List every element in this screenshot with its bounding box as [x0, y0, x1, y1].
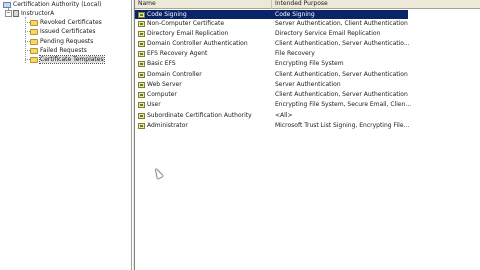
certificate-template-icon — [138, 11, 145, 18]
tree-node-label: Pending Requests — [40, 38, 94, 45]
row-name: Administrator — [147, 122, 188, 129]
list-row[interactable]: Directory Email Replication Directory Se… — [135, 29, 480, 38]
tree-node-root[interactable]: Certification Authority (Local) — [3, 0, 101, 9]
list-row[interactable]: EFS Recovery Agent File Recovery — [135, 49, 480, 58]
row-name: Basic EFS — [147, 60, 176, 67]
certificate-template-icon — [138, 71, 145, 78]
row-name: Domain Controller Authentication — [147, 40, 248, 47]
certificate-template-icon — [138, 50, 145, 57]
column-header-name[interactable]: Name — [135, 0, 272, 9]
row-purpose: Microsoft Trust List Signing, Encrypting… — [275, 122, 410, 129]
list-row[interactable]: Domain Controller Client Authentication,… — [135, 70, 480, 79]
list-header: Name Intended Purpose — [135, 0, 480, 9]
row-purpose: Client Authentication, Server Authentica… — [275, 71, 408, 78]
row-name: User — [147, 101, 161, 108]
list-row[interactable]: Code Signing Code Signing — [135, 10, 408, 19]
row-purpose: Code Signing — [275, 11, 315, 18]
row-name: Domain Controller — [147, 71, 202, 78]
list-row[interactable]: Basic EFS Encrypting File System — [135, 59, 480, 68]
tree-node-label: Failed Requests — [40, 47, 87, 54]
folder-icon — [30, 19, 38, 26]
row-purpose: Client Authentication, Server Authentica… — [275, 91, 408, 98]
tree-item-revoked-certificates[interactable]: Revoked Certificates — [30, 18, 102, 27]
list-row[interactable]: Non-Computer Certificate Server Authenti… — [135, 19, 480, 28]
certificate-template-icon — [138, 30, 145, 37]
certificate-template-icon — [138, 20, 145, 27]
row-purpose: <All> — [275, 112, 293, 119]
list-row[interactable]: Web Server Server Authentication — [135, 80, 480, 89]
server-icon — [13, 10, 19, 17]
certificate-template-icon — [138, 60, 145, 67]
list-row[interactable]: Subordinate Certification Authority <All… — [135, 111, 480, 120]
console-tree[interactable]: Certification Authority (Local) − Instruc… — [0, 0, 132, 270]
certificate-authority-icon — [3, 1, 11, 8]
column-header-intended-purpose[interactable]: Intended Purpose — [272, 0, 480, 9]
row-purpose: File Recovery — [275, 50, 315, 57]
list-row[interactable]: Computer Client Authentication, Server A… — [135, 90, 480, 99]
folder-icon — [30, 28, 38, 35]
row-name: Non-Computer Certificate — [147, 20, 225, 27]
certificate-template-icon — [138, 81, 145, 88]
tree-node-label: Issued Certificates — [40, 28, 96, 35]
list-row[interactable]: Administrator Microsoft Trust List Signi… — [135, 121, 480, 130]
row-name: Computer — [147, 91, 177, 98]
tree-node-ca[interactable]: − InstructorA — [5, 9, 54, 18]
tree-item-issued-certificates[interactable]: Issued Certificates — [30, 27, 96, 36]
row-name: Directory Email Replication — [147, 30, 229, 37]
row-purpose: Encrypting File System, Secure Email, Cl… — [275, 101, 412, 108]
folder-icon — [30, 56, 38, 63]
certificate-template-icon — [138, 112, 145, 119]
tree-node-label: InstructorA — [21, 10, 55, 17]
row-purpose: Server Authentication, Client Authentica… — [275, 20, 408, 27]
row-name: EFS Recovery Agent — [147, 50, 208, 57]
row-name: Code Signing — [147, 11, 187, 18]
tree-item-certificate-templates[interactable]: Certificate Templates — [30, 55, 105, 64]
folder-icon — [30, 38, 38, 45]
tree-node-label: Revoked Certificates — [40, 19, 102, 26]
row-name: Subordinate Certification Authority — [147, 112, 252, 119]
row-purpose: Encrypting File System — [275, 60, 344, 67]
list-row[interactable]: Domain Controller Authentication Client … — [135, 39, 480, 48]
certificate-template-icon — [138, 101, 145, 108]
row-purpose: Client Authentication, Server Authentica… — [275, 40, 410, 47]
tree-connector — [25, 17, 26, 63]
row-name: Web Server — [147, 81, 182, 88]
certificate-template-icon — [138, 91, 145, 98]
collapse-icon[interactable]: − — [5, 10, 12, 17]
tree-node-label: Certificate Templates — [39, 55, 105, 64]
tree-item-pending-requests[interactable]: Pending Requests — [30, 37, 93, 46]
certificate-template-icon — [138, 40, 145, 47]
folder-icon — [30, 47, 38, 54]
row-purpose: Directory Service Email Replication — [275, 30, 381, 37]
certificate-template-icon — [138, 122, 145, 129]
row-purpose: Server Authentication — [275, 81, 341, 88]
tree-item-failed-requests[interactable]: Failed Requests — [30, 46, 87, 55]
tree-node-label: Certification Authority (Local) — [13, 1, 102, 8]
details-pane[interactable]: Name Intended Purpose Code Signing Code … — [135, 0, 480, 270]
list-row[interactable]: User Encrypting File System, Secure Emai… — [135, 100, 480, 109]
